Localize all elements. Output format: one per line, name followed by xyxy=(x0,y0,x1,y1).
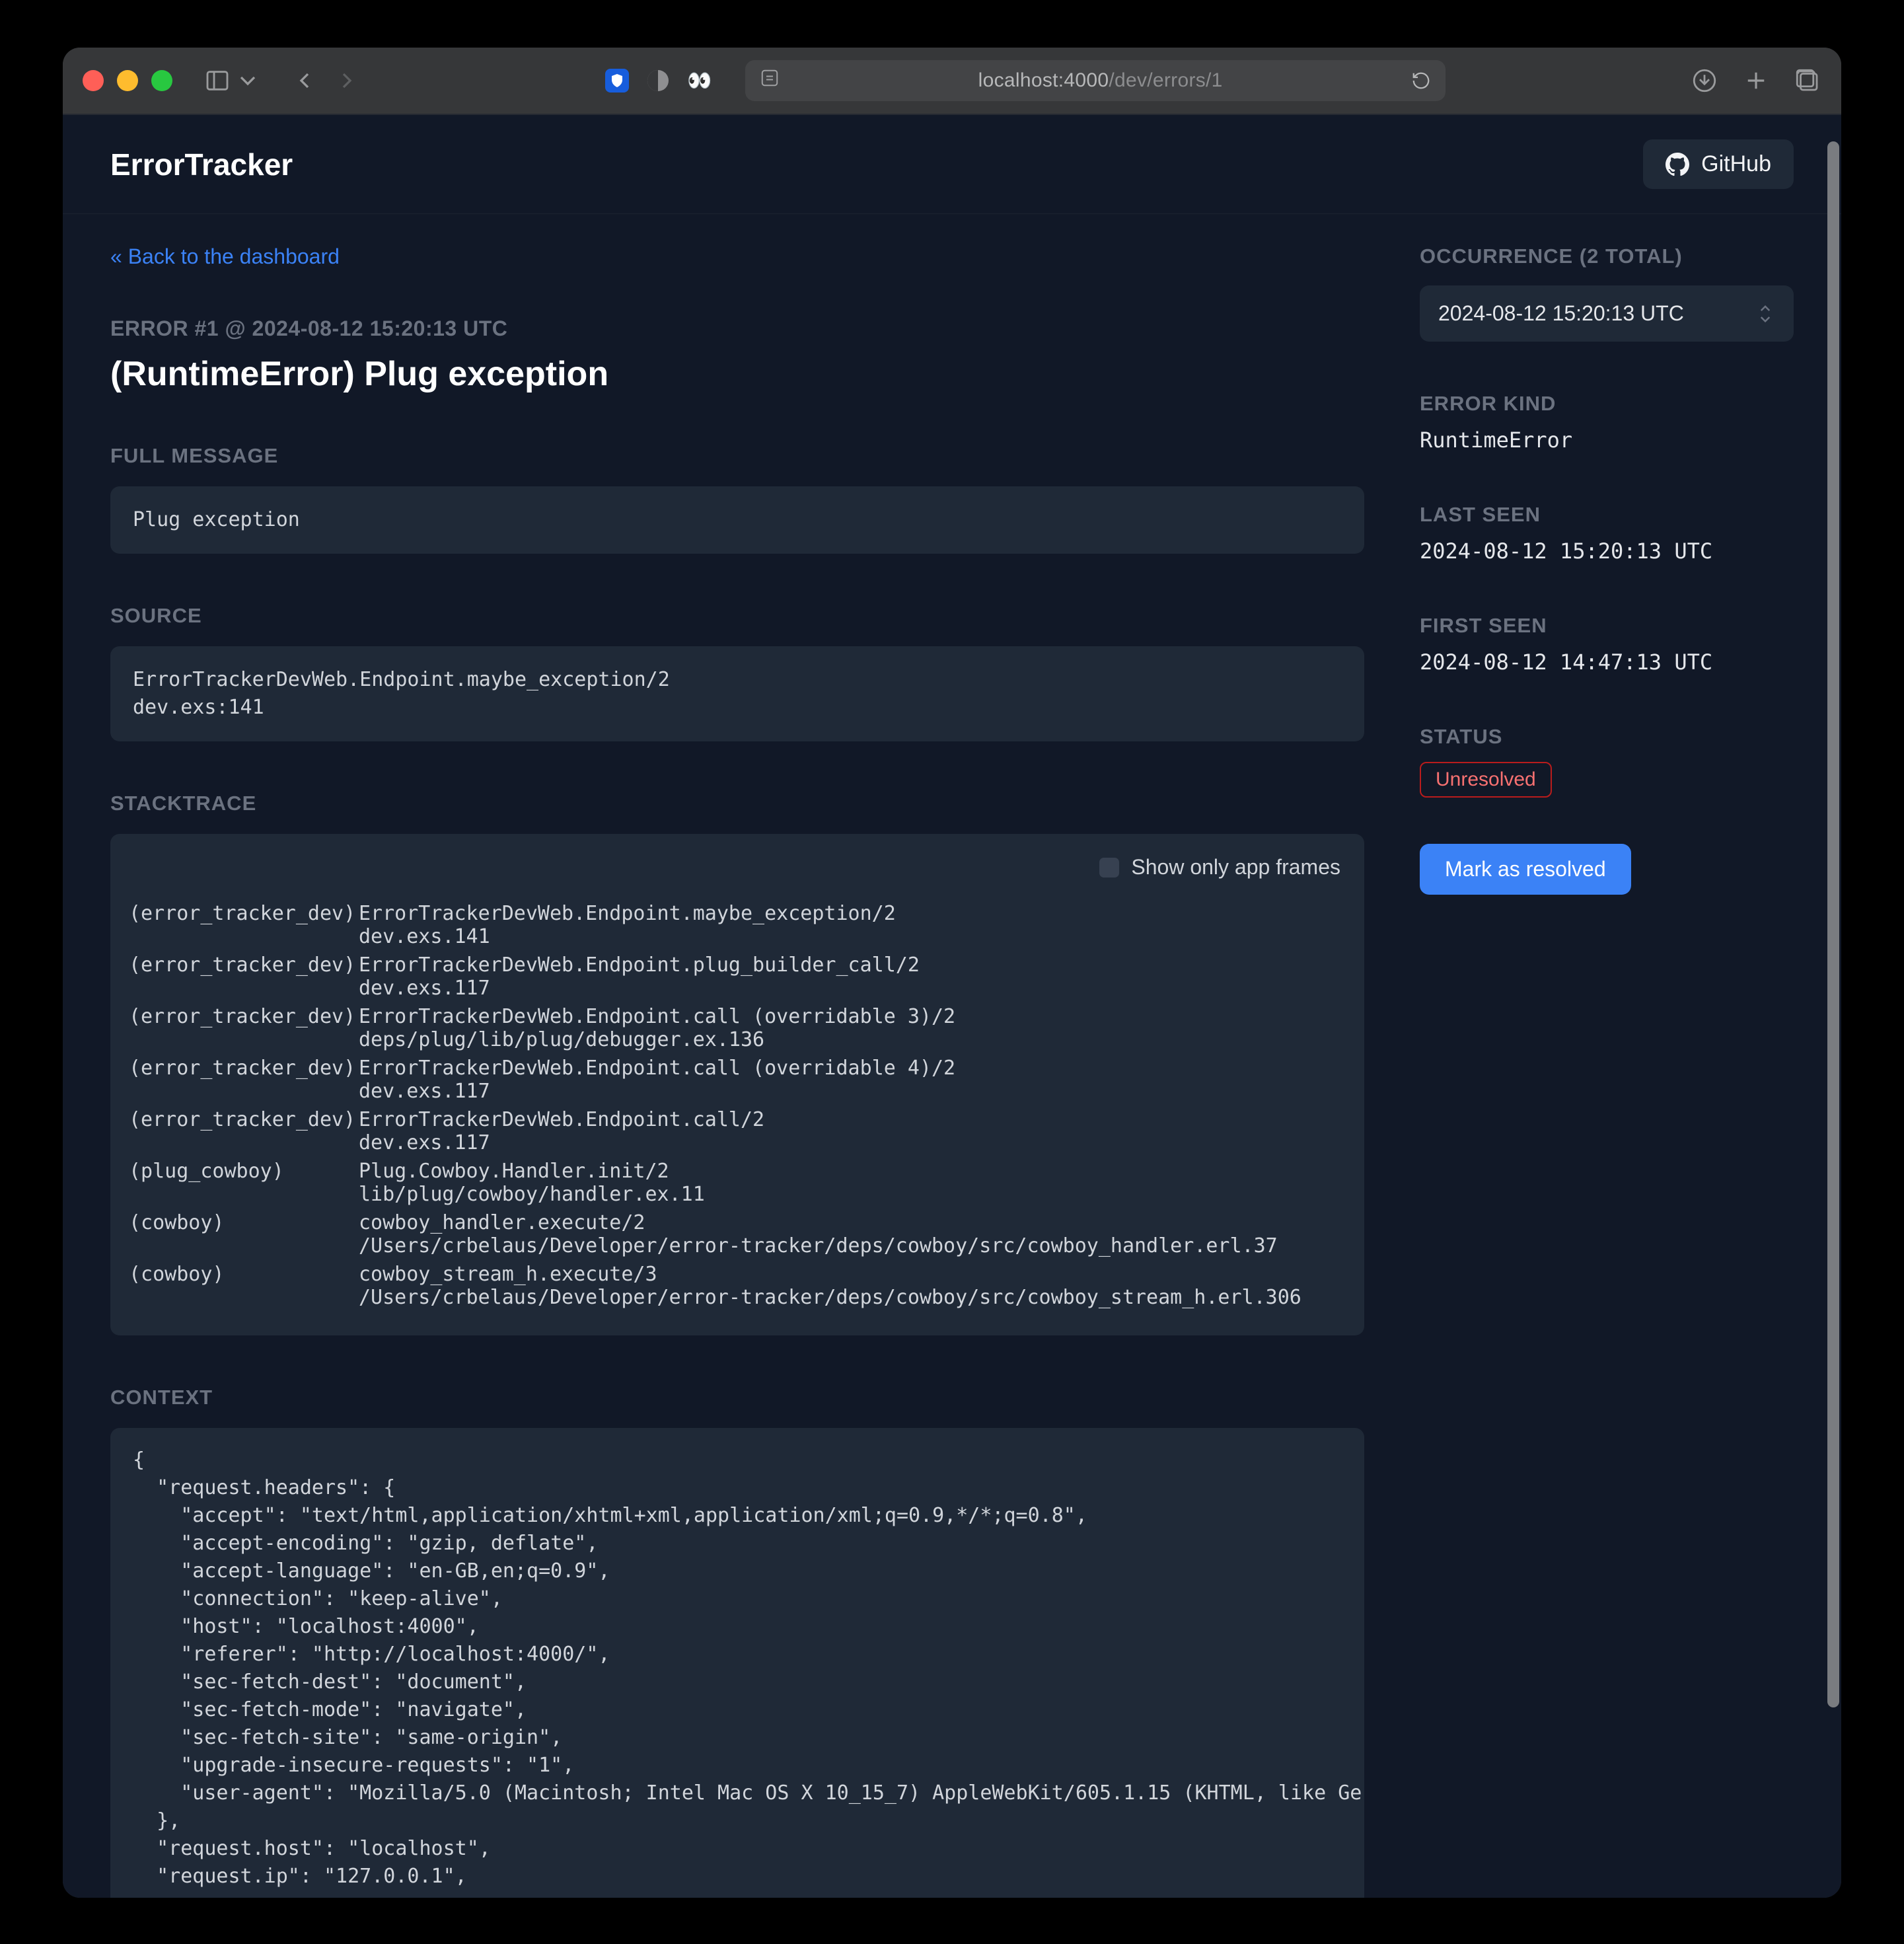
full-message-label: FULL MESSAGE xyxy=(110,444,1364,468)
stacktrace-row: (error_tracker_dev)ErrorTrackerDevWeb.En… xyxy=(129,1105,1346,1157)
stacktrace-app: (error_tracker_dev) xyxy=(129,1054,359,1105)
browser-window: 👀 localhost:4000/dev/errors/1 xyxy=(63,48,1841,1898)
browser-titlebar: 👀 localhost:4000/dev/errors/1 xyxy=(63,48,1841,114)
page-scrollbar[interactable] xyxy=(1825,115,1841,1898)
show-only-app-frames-checkbox[interactable] xyxy=(1099,858,1119,878)
app-header: ErrorTracker GitHub xyxy=(63,115,1841,214)
stacktrace-row: (error_tracker_dev)ErrorTrackerDevWeb.En… xyxy=(129,1002,1346,1054)
mark-as-resolved-button[interactable]: Mark as resolved xyxy=(1420,844,1631,895)
url-text: localhost:4000/dev/errors/1 xyxy=(790,69,1411,92)
extension-icons: 👀 xyxy=(605,69,712,93)
raycast-extension-icon[interactable]: 👀 xyxy=(687,69,712,93)
stacktrace-row: (error_tracker_dev)ErrorTrackerDevWeb.En… xyxy=(129,1054,1346,1105)
error-kind-value: RuntimeError xyxy=(1420,428,1794,453)
downloads-button[interactable] xyxy=(1691,67,1718,94)
source-label: SOURCE xyxy=(110,604,1364,628)
last-seen-label: LAST SEEN xyxy=(1420,503,1794,527)
address-bar[interactable]: localhost:4000/dev/errors/1 xyxy=(745,60,1446,101)
stacktrace-row: (cowboy)cowboy_handler.execute/2 /Users/… xyxy=(129,1209,1346,1260)
sidebar-toggle-button[interactable] xyxy=(204,67,261,94)
stacktrace-app: (cowboy) xyxy=(129,1260,359,1312)
zoom-window-button[interactable] xyxy=(151,70,172,91)
app-brand: ErrorTracker xyxy=(110,147,293,182)
chevron-down-icon xyxy=(1755,304,1775,324)
stacktrace-row: (plug_cowboy)Plug.Cowboy.Handler.init/2 … xyxy=(129,1157,1346,1209)
stacktrace-table: (error_tracker_dev)ErrorTrackerDevWeb.En… xyxy=(129,899,1346,1312)
stacktrace-app: (error_tracker_dev) xyxy=(129,899,359,951)
minimize-window-button[interactable] xyxy=(117,70,138,91)
stacktrace-row: (error_tracker_dev)ErrorTrackerDevWeb.En… xyxy=(129,899,1346,951)
window-controls xyxy=(83,70,172,91)
stacktrace-frame: ErrorTrackerDevWeb.Endpoint.call (overri… xyxy=(359,1002,1346,1054)
stacktrace-frame: cowboy_stream_h.execute/3 /Users/crbelau… xyxy=(359,1260,1346,1312)
back-to-dashboard-link[interactable]: « Back to the dashboard xyxy=(110,244,1364,269)
page-content: ErrorTracker GitHub « Back to the dashbo… xyxy=(63,114,1841,1898)
stacktrace-frame: ErrorTrackerDevWeb.Endpoint.plug_builder… xyxy=(359,951,1346,1002)
occurrence-select[interactable]: 2024-08-12 15:20:13 UTC xyxy=(1420,285,1794,342)
new-tab-button[interactable] xyxy=(1742,67,1770,94)
last-seen-value: 2024-08-12 15:20:13 UTC xyxy=(1420,539,1794,564)
stacktrace-frame: ErrorTrackerDevWeb.Endpoint.maybe_except… xyxy=(359,899,1346,951)
stacktrace-frame: ErrorTrackerDevWeb.Endpoint.call (overri… xyxy=(359,1054,1346,1105)
first-seen-value: 2024-08-12 14:47:13 UTC xyxy=(1420,650,1794,675)
status-badge: Unresolved xyxy=(1420,762,1552,798)
show-only-app-frames-label: Show only app frames xyxy=(1131,855,1340,879)
source-box: ErrorTrackerDevWeb.Endpoint.maybe_except… xyxy=(110,646,1364,741)
close-window-button[interactable] xyxy=(83,70,104,91)
first-seen-label: FIRST SEEN xyxy=(1420,614,1794,638)
occurrence-label: OCCURRENCE (2 TOTAL) xyxy=(1420,244,1794,268)
stacktrace-frame: ErrorTrackerDevWeb.Endpoint.call/2 dev.e… xyxy=(359,1105,1346,1157)
site-info-icon[interactable] xyxy=(760,68,780,93)
privacy-extension-icon[interactable] xyxy=(647,70,669,91)
github-link-button[interactable]: GitHub xyxy=(1643,139,1794,189)
scrollbar-thumb[interactable] xyxy=(1827,141,1839,1707)
status-label: STATUS xyxy=(1420,725,1794,749)
nav-forward-button[interactable] xyxy=(334,67,360,94)
stacktrace-row: (error_tracker_dev)ErrorTrackerDevWeb.En… xyxy=(129,951,1346,1002)
reload-button[interactable] xyxy=(1411,71,1431,91)
bitwarden-extension-icon[interactable] xyxy=(605,69,629,93)
error-title: (RuntimeError) Plug exception xyxy=(110,354,1364,394)
stacktrace-app: (cowboy) xyxy=(129,1209,359,1260)
stacktrace-app: (error_tracker_dev) xyxy=(129,951,359,1002)
stacktrace-app: (error_tracker_dev) xyxy=(129,1002,359,1054)
stacktrace-app: (plug_cowboy) xyxy=(129,1157,359,1209)
stacktrace-row: (cowboy)cowboy_stream_h.execute/3 /Users… xyxy=(129,1260,1346,1312)
stacktrace-frame: cowboy_handler.execute/2 /Users/crbelaus… xyxy=(359,1209,1346,1260)
full-message-box: Plug exception xyxy=(110,486,1364,554)
stacktrace-app: (error_tracker_dev) xyxy=(129,1105,359,1157)
occurrence-select-value: 2024-08-12 15:20:13 UTC xyxy=(1438,301,1684,326)
error-kind-label: ERROR KIND xyxy=(1420,392,1794,416)
tab-overview-button[interactable] xyxy=(1794,67,1821,94)
context-box: { "request.headers": { "accept": "text/h… xyxy=(110,1428,1364,1898)
nav-back-button[interactable] xyxy=(291,67,318,94)
stacktrace-label: STACKTRACE xyxy=(110,792,1364,815)
stacktrace-box: Show only app frames (error_tracker_dev)… xyxy=(110,834,1364,1335)
stacktrace-frame: Plug.Cowboy.Handler.init/2 lib/plug/cowb… xyxy=(359,1157,1346,1209)
error-meta: ERROR #1 @ 2024-08-12 15:20:13 UTC xyxy=(110,317,1364,341)
context-label: CONTEXT xyxy=(110,1386,1364,1409)
